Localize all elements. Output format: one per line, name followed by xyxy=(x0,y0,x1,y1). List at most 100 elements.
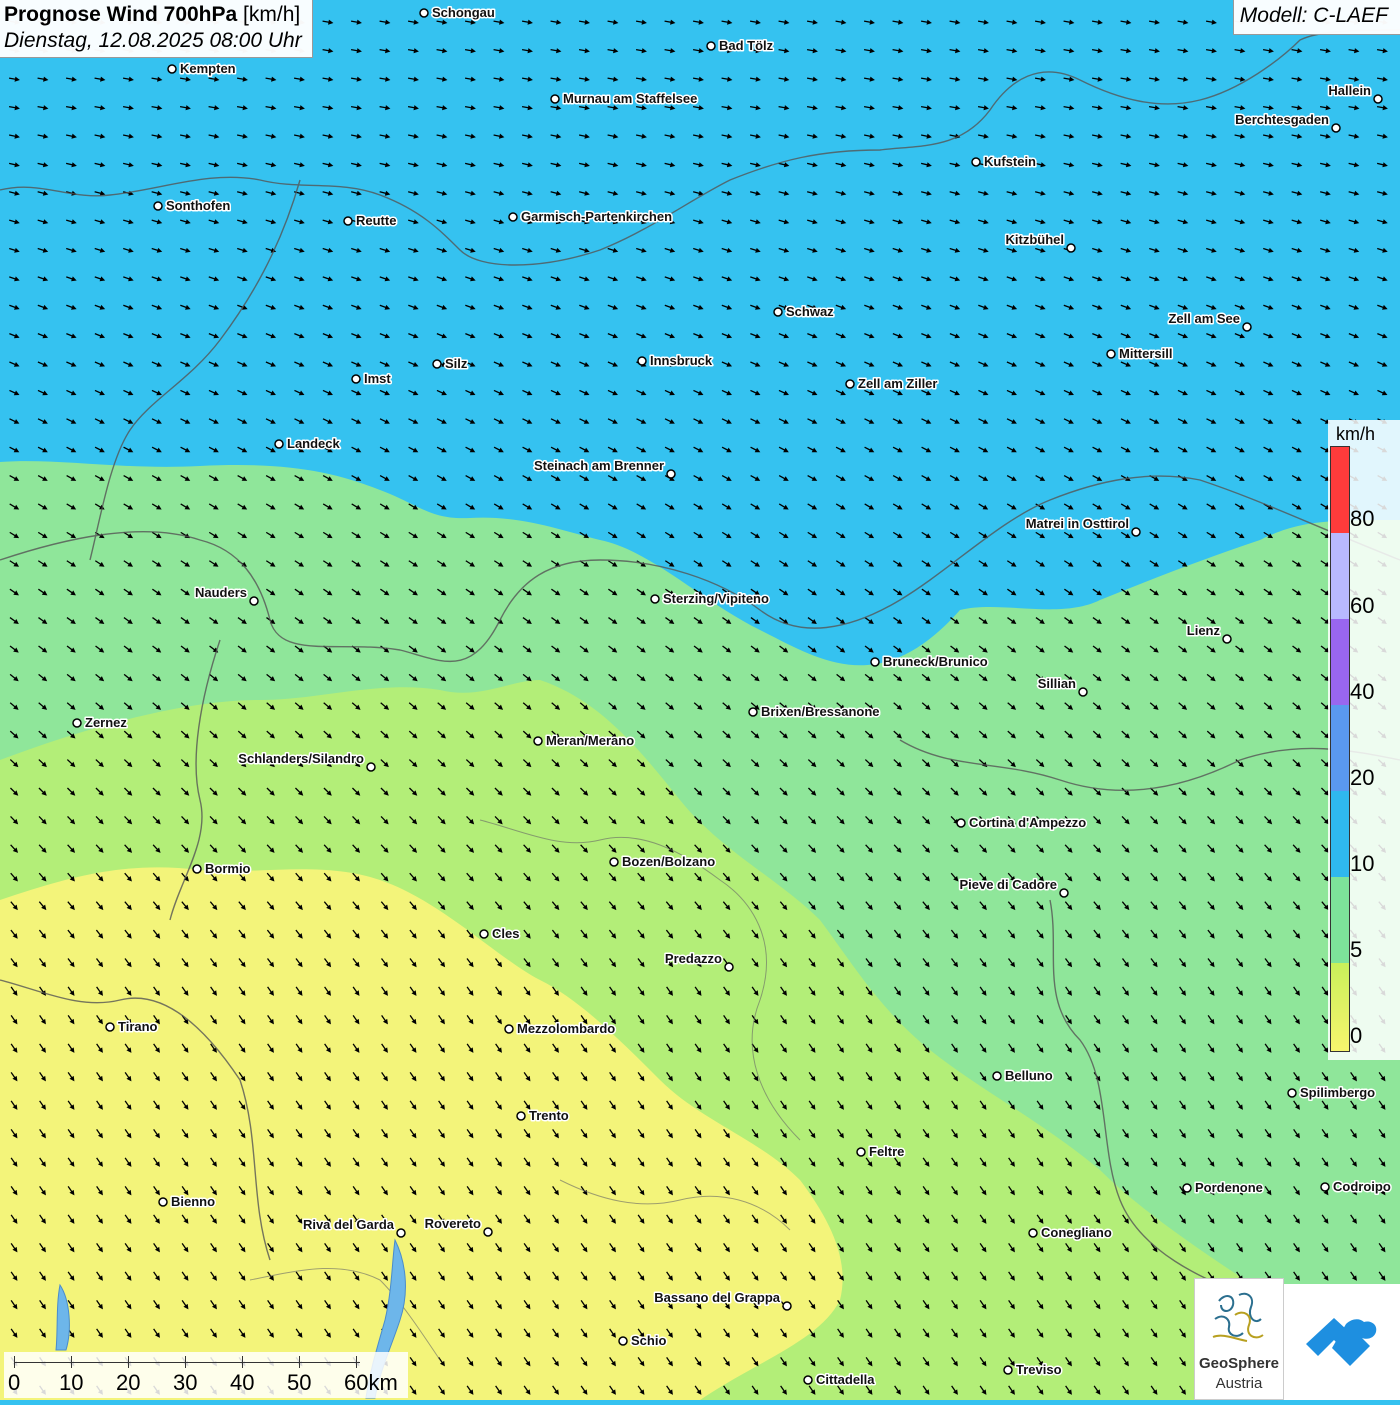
scale-tick xyxy=(185,1356,186,1368)
city-label: Tirano xyxy=(118,1019,158,1034)
legend-swatch-80plus xyxy=(1331,447,1349,533)
city-marker: Schongau xyxy=(419,4,496,22)
city-label: Landeck xyxy=(287,436,341,451)
wind-map: Schongau Bad Tölz Kempten Murnau am Staffel… xyxy=(0,0,1400,1400)
city-label: Garmisch-Partenkirchen xyxy=(521,209,672,224)
city-dot xyxy=(870,657,880,667)
city-dot xyxy=(609,857,619,867)
legend-swatch-60-80 xyxy=(1331,533,1349,619)
city-marker: Conegliano xyxy=(1028,1224,1113,1242)
city-marker: Bozen/Bolzano xyxy=(609,853,717,871)
city-dot xyxy=(666,469,676,479)
city-marker: Zell am Ziller xyxy=(845,375,939,393)
city-label: Pieve di Cadore xyxy=(959,877,1057,892)
city-dot xyxy=(516,1111,526,1121)
city-label: Lienz xyxy=(1187,623,1221,638)
city-label: Cittadella xyxy=(816,1372,875,1387)
city-label: Schlanders/Silandro xyxy=(238,751,364,766)
city-dot xyxy=(396,1228,406,1238)
city-label: Bruneck/Brunico xyxy=(883,654,988,669)
city-dot xyxy=(992,1071,1002,1081)
scale-label-20: 20 xyxy=(116,1370,141,1395)
geosphere-logo: GeoSphere Austria xyxy=(1194,1278,1284,1400)
scale-line xyxy=(14,1362,360,1363)
city-marker: Innsbruck xyxy=(637,352,714,370)
scale-tick xyxy=(14,1356,15,1368)
scale-label-0: 0 xyxy=(8,1370,21,1395)
city-label: Zell am See xyxy=(1168,311,1240,326)
city-dot xyxy=(803,1375,813,1385)
legend-unit: km/h xyxy=(1336,424,1376,444)
city-label: Schio xyxy=(631,1333,666,1348)
legend-tick-80: 80 xyxy=(1350,506,1375,531)
legend-tick-60: 60 xyxy=(1350,593,1375,618)
city-dot xyxy=(533,736,543,746)
city-label: Nauders xyxy=(195,585,247,600)
city-dot xyxy=(845,379,855,389)
city-dot xyxy=(1331,123,1341,133)
legend-color-bar xyxy=(1330,446,1350,1052)
city-marker: Cortina d'Ampezzo xyxy=(956,814,1088,832)
city-dot xyxy=(1242,322,1252,332)
city-label: Cles xyxy=(492,926,519,941)
city-label: Murnau am Staffelsee xyxy=(563,91,697,106)
city-dot xyxy=(192,864,202,874)
city-label: Bormio xyxy=(205,861,251,876)
city-label: Schwaz xyxy=(786,304,834,319)
city-dot xyxy=(650,594,660,604)
city-dot xyxy=(1222,634,1232,644)
geosphere-logo-line2: Austria xyxy=(1215,1375,1263,1392)
legend-tick-10: 10 xyxy=(1350,851,1375,876)
city-dot xyxy=(748,707,758,717)
city-label: Innsbruck xyxy=(650,353,713,368)
legend-swatch-10-20 xyxy=(1331,791,1349,877)
city-label: Feltre xyxy=(869,1144,904,1159)
city-dot xyxy=(167,64,177,74)
map-title: Prognose Wind 700hPa [km/h] xyxy=(4,3,302,27)
map-title-box: Prognose Wind 700hPa [km/h] Dienstag, 12… xyxy=(0,0,313,58)
city-label: Mezzolombardo xyxy=(517,1021,615,1036)
legend-tick-40: 40 xyxy=(1350,679,1375,704)
city-label: Bienno xyxy=(171,1194,215,1209)
legend-swatch-40-60 xyxy=(1331,619,1349,705)
legend-swatch-0-5 xyxy=(1331,963,1349,1051)
city-label: Belluno xyxy=(1005,1068,1053,1083)
city-label: Reutte xyxy=(356,213,396,228)
city-label: Steinach am Brenner xyxy=(534,458,664,473)
city-marker: Spilimbergo xyxy=(1287,1084,1377,1102)
scale-tick xyxy=(71,1356,72,1368)
city-label: Sillian xyxy=(1038,676,1076,691)
map-title-unit: [km/h] xyxy=(243,3,301,26)
city-label: Treviso xyxy=(1016,1362,1062,1377)
city-label: Matrei in Osttirol xyxy=(1026,516,1129,531)
city-label: Brixen/Bressanone xyxy=(761,704,880,719)
city-marker: Sterzing/Vipiteno xyxy=(650,590,770,608)
city-dot xyxy=(1320,1182,1330,1192)
model-label: Modell: C-LAEF xyxy=(1232,0,1400,35)
city-dot xyxy=(773,307,783,317)
city-label: Silz xyxy=(445,356,468,371)
city-dot xyxy=(72,718,82,728)
city-label: Cortina d'Ampezzo xyxy=(969,815,1086,830)
city-marker: Meran/Merano xyxy=(533,732,636,750)
city-dot xyxy=(419,8,429,18)
city-marker: Sonthofen xyxy=(153,197,232,215)
city-label: Kempten xyxy=(180,61,236,76)
city-dot xyxy=(483,1227,493,1237)
city-dot xyxy=(432,359,442,369)
city-dot xyxy=(550,94,560,104)
city-label: Mittersill xyxy=(1119,346,1172,361)
city-dot xyxy=(1003,1365,1013,1375)
geosphere-logo-line1: GeoSphere xyxy=(1198,1355,1280,1372)
city-label: Pordenone xyxy=(1195,1180,1263,1195)
scale-label-30: 30 xyxy=(173,1370,198,1395)
city-dot xyxy=(971,157,981,167)
city-marker: Bruneck/Brunico xyxy=(870,653,989,671)
city-dot xyxy=(1373,94,1383,104)
mountain-logo xyxy=(1284,1284,1400,1400)
city-dot xyxy=(637,356,647,366)
city-label: Trento xyxy=(529,1108,569,1123)
scale-bar: 0 10 20 30 40 50 60km xyxy=(4,1352,408,1398)
scale-label-60km: 60km xyxy=(344,1370,398,1395)
city-dot xyxy=(618,1336,628,1346)
